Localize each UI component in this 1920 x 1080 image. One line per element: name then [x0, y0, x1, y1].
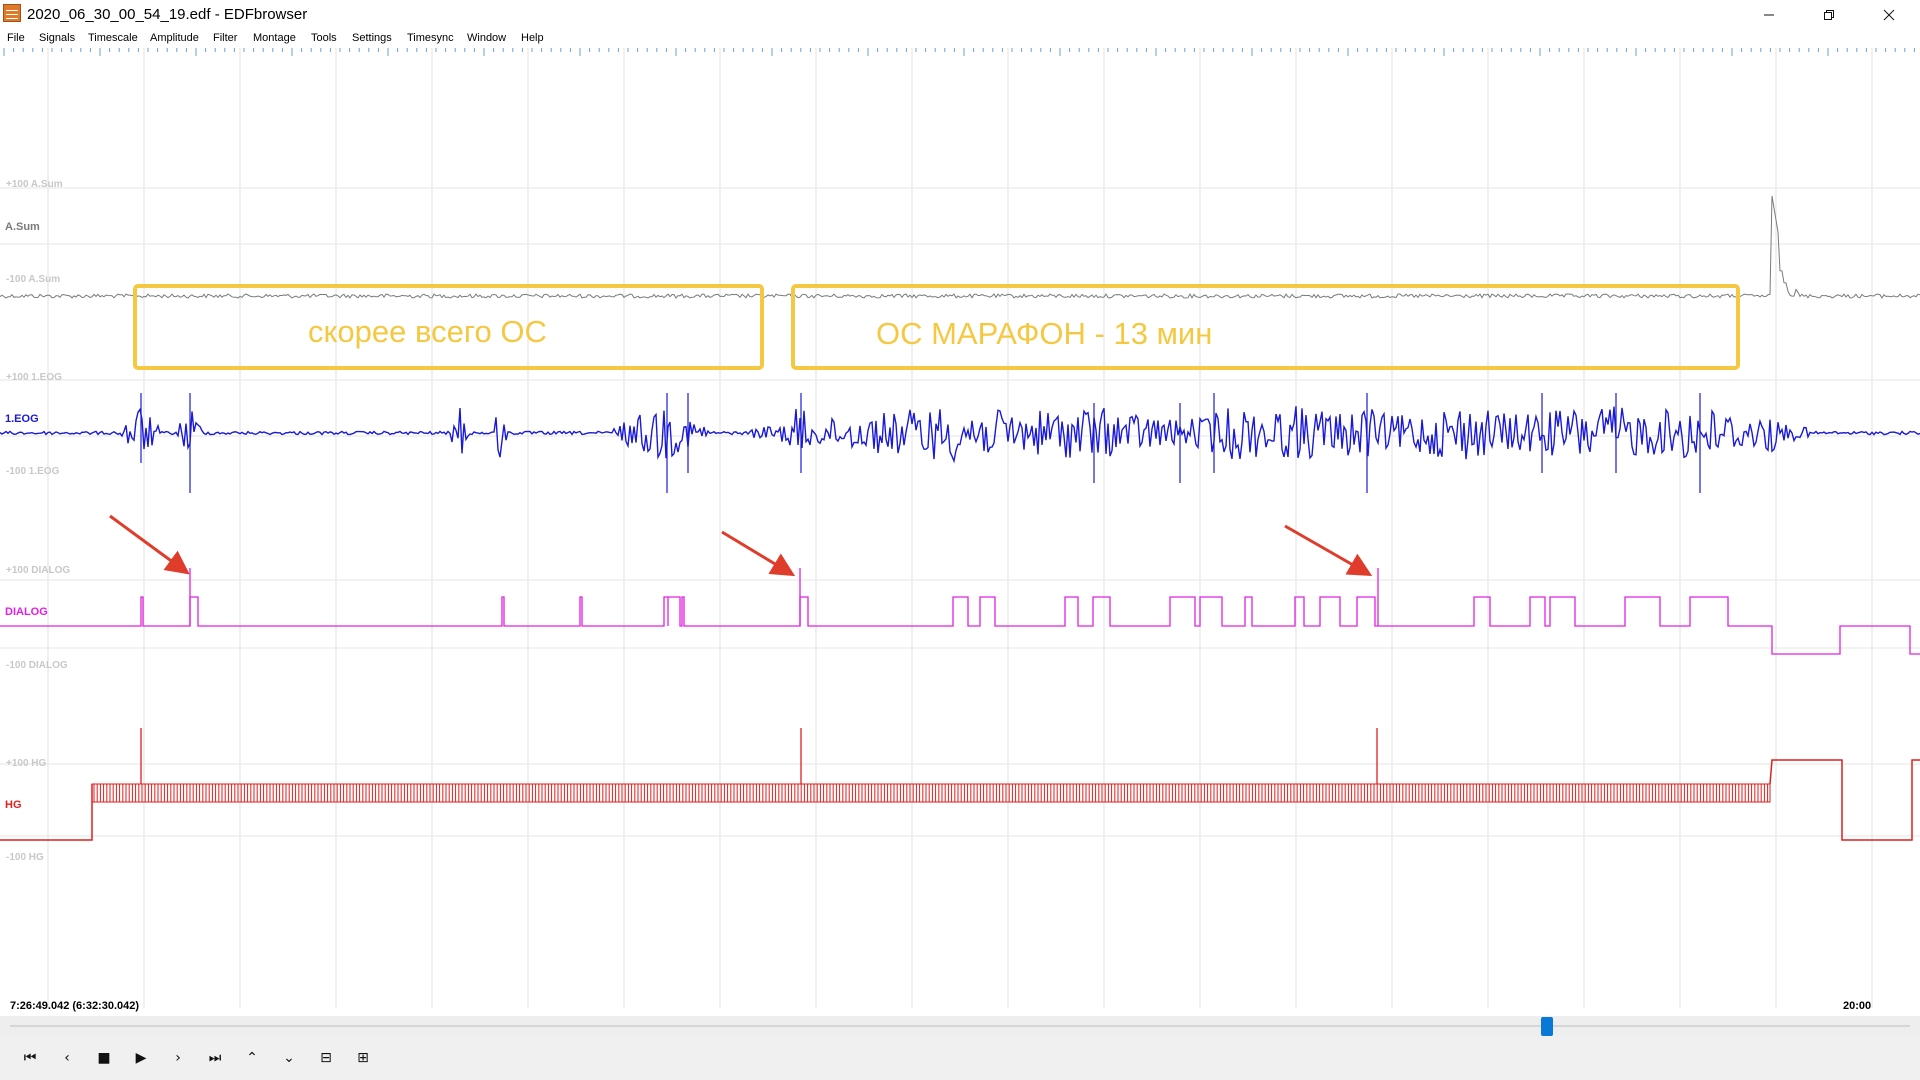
- edfbrowser-app-icon: [3, 4, 21, 22]
- time-ruler-ticks: [3, 48, 1915, 56]
- restore-button[interactable]: [1806, 0, 1852, 30]
- menu-filter[interactable]: Filter: [213, 32, 237, 44]
- annotation-arrow: [1284, 524, 1373, 576]
- end-time-label: 20:00: [1843, 1000, 1872, 1012]
- scrollbar-thumb[interactable]: [1541, 1017, 1553, 1036]
- close-icon: [1883, 9, 1895, 21]
- menu-timescale[interactable]: Timescale: [88, 32, 138, 44]
- step-forward-button[interactable]: ›: [165, 1045, 191, 1071]
- go-start-button[interactable]: ⏮: [17, 1045, 43, 1071]
- asum-label[interactable]: A.Sum: [5, 221, 40, 233]
- dialog-scale-top: +100 DIALOG: [6, 565, 71, 576]
- eog-scale-top: +100 1.EOG: [6, 372, 62, 383]
- asum-scale-top: +100 A.Sum: [6, 179, 63, 190]
- menu-help[interactable]: Help: [521, 32, 544, 44]
- minimize-button[interactable]: [1746, 0, 1792, 30]
- eog-label[interactable]: 1.EOG: [5, 413, 39, 425]
- scrollbar-track[interactable]: [10, 1025, 1910, 1027]
- go-start-icon: ⏮: [23, 1050, 37, 1066]
- restore-icon: [1824, 10, 1834, 20]
- hg-trace-right: [1769, 759, 1920, 841]
- menu-montage[interactable]: Montage: [253, 32, 296, 44]
- step-forward-icon: ›: [175, 1050, 181, 1066]
- hg-scale-bottom: -100 HG: [6, 852, 44, 863]
- zoom-in-icon: ⊞: [357, 1050, 369, 1066]
- zoom-out-icon: ⊟: [320, 1050, 332, 1066]
- title-bar: 2020_06_30_00_54_19.edf - EDFbrowser: [0, 0, 1920, 30]
- window-title: 2020_06_30_00_54_19.edf - EDFbrowser: [27, 6, 308, 23]
- menu-window[interactable]: Window: [467, 32, 506, 44]
- menu-file[interactable]: File: [7, 32, 25, 44]
- annotation-arrow: [721, 530, 796, 577]
- hg-trace-left: [0, 784, 93, 841]
- menu-tools[interactable]: Tools: [311, 32, 337, 44]
- time-grid: [0, 48, 1920, 1008]
- stop-icon: ■: [97, 1050, 111, 1066]
- signal-traces: [0, 195, 1920, 841]
- play-icon: ▶: [135, 1050, 147, 1066]
- hg-scale-top: +100 HG: [6, 758, 47, 769]
- menu-signals[interactable]: Signals: [39, 32, 75, 44]
- close-button[interactable]: [1866, 0, 1912, 30]
- asum-scale-bottom: -100 A.Sum: [6, 274, 61, 285]
- signal-view[interactable]: +100 A.Sum A.Sum -100 A.Sum +100 1.EOG 1…: [0, 48, 1920, 1010]
- menu-timesync[interactable]: Timesync: [407, 32, 454, 44]
- step-back-button[interactable]: ‹: [54, 1045, 80, 1071]
- annotation-text-2: ОС МАРАФОН - 13 мин: [876, 316, 1213, 351]
- dialog-scale-bottom: -100 DIALOG: [6, 660, 68, 671]
- stop-button[interactable]: ■: [91, 1045, 117, 1071]
- scroll-up-button[interactable]: ⌃: [239, 1045, 265, 1071]
- time-scrollbar[interactable]: [0, 1016, 1920, 1036]
- current-time-readout: 7:26:49.042 (6:32:30.042): [10, 1000, 140, 1012]
- hg-label[interactable]: HG: [5, 799, 22, 811]
- menu-amplitude[interactable]: Amplitude: [150, 32, 199, 44]
- asum-trace: [0, 195, 1920, 299]
- menu-settings[interactable]: Settings: [352, 32, 392, 44]
- scroll-up-icon: ⌃: [246, 1050, 258, 1066]
- go-end-icon: ⏭: [208, 1050, 222, 1066]
- minimize-icon: [1764, 14, 1774, 16]
- eog-trace: [0, 406, 1920, 464]
- go-end-button[interactable]: ⏭: [202, 1045, 228, 1071]
- annotation-arrows: [109, 514, 1373, 577]
- navigation-toolbar: ⏮ ‹ ■ ▶ › ⏭ ⌃ ⌄ ⊟ ⊞: [0, 1036, 1920, 1080]
- signal-canvas[interactable]: [0, 48, 1920, 1010]
- annotation-arrow: [109, 514, 190, 575]
- dialog-label[interactable]: DIALOG: [5, 606, 48, 618]
- zoom-in-button[interactable]: ⊞: [350, 1045, 376, 1071]
- step-back-icon: ‹: [64, 1050, 70, 1066]
- dialog-trace: [0, 596, 1920, 655]
- eog-scale-bottom: -100 1.EOG: [6, 466, 60, 477]
- play-button[interactable]: ▶: [128, 1045, 154, 1071]
- scroll-down-icon: ⌄: [283, 1050, 295, 1066]
- menu-bar: File Signals Timescale Amplitude Filter …: [0, 30, 1920, 48]
- annotation-text-1: скорее всего ОС: [308, 314, 547, 349]
- zoom-out-button[interactable]: ⊟: [313, 1045, 339, 1071]
- scroll-down-button[interactable]: ⌄: [276, 1045, 302, 1071]
